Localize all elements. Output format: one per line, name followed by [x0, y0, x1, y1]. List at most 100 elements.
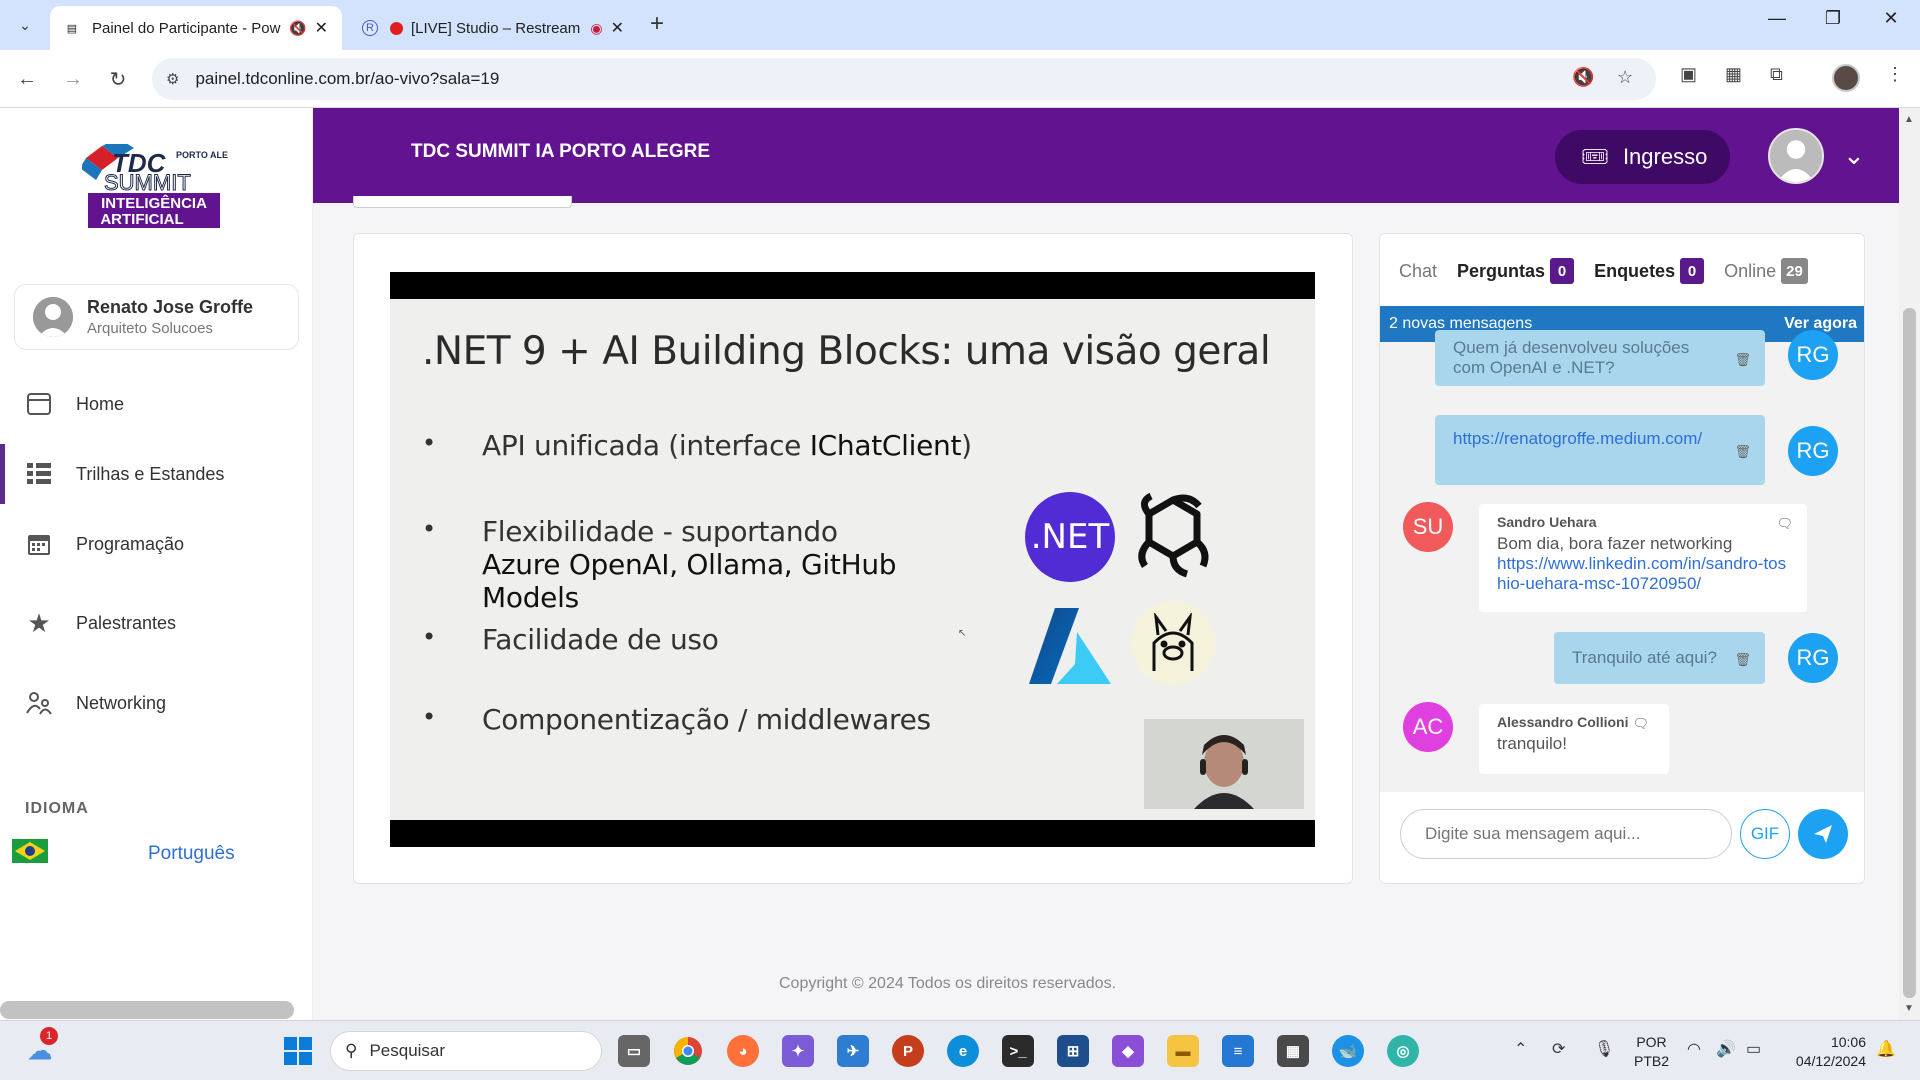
edge-icon[interactable]: e — [947, 1035, 979, 1067]
notifications-bell-icon[interactable]: 🔔 — [1876, 1039, 1896, 1059]
event-title: TDC SUMMIT IA PORTO ALEGRE — [411, 141, 711, 162]
tab-enquetes[interactable]: Enquetes 0 — [1594, 258, 1705, 284]
firefox-icon[interactable]: ◕ — [727, 1035, 759, 1067]
bookmark-star-icon[interactable]: ☆ — [1617, 67, 1633, 88]
scroll-up-icon[interactable]: ▲ — [1904, 114, 1914, 125]
incoming-message: Sandro Uehara Bom dia, bora fazer networ… — [1479, 504, 1807, 612]
sync-icon[interactable]: ⟳ — [1552, 1039, 1565, 1059]
powerpoint-icon[interactable]: P — [892, 1035, 924, 1067]
forward-arrow-icon[interactable]: → — [58, 64, 88, 94]
azure-data-studio-icon[interactable]: ✈ — [837, 1035, 869, 1067]
chrome-icon[interactable] — [672, 1035, 704, 1067]
reply-icon[interactable]: 🗨 — [1776, 516, 1793, 532]
online-count-badge: 29 — [1781, 258, 1808, 284]
chat-message-input[interactable] — [1400, 809, 1732, 859]
reload-icon[interactable]: ↻ — [103, 64, 133, 94]
site-muted-icon[interactable]: 🔇 — [1572, 67, 1594, 88]
browser-tab-active[interactable]: ▤ Painel do Participante - Pow 🔇 ✕ — [50, 6, 342, 50]
sidebar-item-programacao[interactable]: Programação — [0, 514, 313, 574]
scroll-down-icon[interactable]: ▼ — [1904, 1003, 1914, 1014]
tab-online[interactable]: Online 29 — [1724, 258, 1808, 284]
send-button[interactable] — [1798, 809, 1848, 859]
copilot-icon[interactable]: ✦ — [782, 1035, 814, 1067]
message-link[interactable]: https://www.linkedin.com/in/sandro-toshi… — [1497, 554, 1789, 594]
qr-code-icon[interactable]: ▦ — [1725, 64, 1742, 85]
notepad-icon[interactable]: ≡ — [1222, 1035, 1254, 1067]
gif-button[interactable]: GIF — [1740, 809, 1790, 859]
visual-studio-icon[interactable]: ◆ — [1112, 1035, 1144, 1067]
restream-favicon-icon: R — [362, 20, 378, 36]
tab-chat[interactable]: Chat — [1399, 261, 1437, 282]
microphone-icon[interactable]: 🎙 — [1594, 1039, 1614, 1059]
horizontal-scrollbar[interactable] — [0, 1001, 294, 1019]
scroll-thumb[interactable] — [1903, 308, 1916, 998]
picture-in-picture-icon[interactable]: ▣ — [1680, 64, 1697, 85]
network-tool-icon[interactable]: ⊞ — [1057, 1035, 1089, 1067]
sidebar-item-home[interactable]: Home — [0, 374, 313, 434]
ticket-button[interactable]: 🎟 Ingresso — [1555, 130, 1730, 184]
brazil-flag-icon[interactable] — [12, 839, 48, 863]
chat-messages[interactable]: Quem já desenvolveu soluções com OpenAI … — [1380, 330, 1864, 792]
logo-summit-text: SUMMIT — [104, 170, 191, 195]
address-bar[interactable]: ⚙ painel.tdconline.com.br/ao-vivo?sala=1… — [152, 58, 1656, 100]
tab-search-chevron-icon[interactable]: ⌄ — [10, 12, 40, 38]
close-window-button[interactable]: ✕ — [1871, 8, 1911, 29]
reply-icon[interactable]: 🗨 — [1632, 716, 1649, 732]
sidebar-item-networking[interactable]: Networking — [0, 673, 313, 733]
task-view-icon[interactable]: ▭ — [618, 1035, 650, 1067]
volume-icon[interactable]: 🔊 — [1716, 1039, 1736, 1059]
trash-icon[interactable]: 🗑 — [1734, 442, 1751, 462]
extensions-puzzle-icon[interactable]: ⧉ — [1770, 64, 1783, 85]
avatar: RG — [1788, 633, 1838, 683]
site-info-icon[interactable]: ⚙ — [166, 70, 179, 88]
avatar: SU — [1403, 502, 1453, 552]
vertical-scrollbar[interactable]: ▲ ▼ — [1899, 108, 1920, 1020]
avatar: RG — [1788, 330, 1838, 380]
header-user-avatar[interactable] — [1768, 128, 1824, 184]
openai-logo-icon — [1138, 492, 1209, 578]
system-clock[interactable]: 10:06 04/12/2024 — [1786, 1033, 1866, 1071]
logo-ia-line1: INTELIGÊNCIA — [101, 194, 207, 212]
taskbar-search[interactable]: ⚲ Pesquisar — [330, 1031, 602, 1071]
trash-icon[interactable]: 🗑 — [1734, 650, 1751, 670]
user-profile-card[interactable]: Renato Jose Groffe Arquiteto Solucoes — [14, 284, 299, 350]
logo-ia-line2: ARTIFICIAL — [100, 211, 183, 228]
sidebar-item-label: Home — [76, 393, 125, 414]
tab-muted-icon[interactable]: 🔇 — [289, 20, 306, 37]
tab-title: Painel do Participante - Pow — [92, 19, 281, 37]
back-arrow-icon[interactable]: ← — [12, 64, 42, 94]
ollama-logo-icon — [1131, 601, 1215, 685]
battery-icon[interactable]: ▭ — [1746, 1039, 1761, 1059]
user-name: Renato Jose Groffe — [87, 297, 254, 317]
minimize-button[interactable]: — — [1757, 8, 1797, 29]
sidebar-item-label: Networking — [76, 692, 167, 713]
input-language-indicator[interactable]: POR PTB2 — [1634, 1033, 1669, 1071]
sidebar: TDC PORTO ALEGRE SUMMIT INTELIGÊNCIA ART… — [0, 108, 313, 1020]
trash-icon[interactable]: 🗑 — [1734, 350, 1751, 370]
browser-tab-strip: ⌄ ▤ Painel do Participante - Pow 🔇 ✕ R [… — [0, 0, 1920, 50]
file-explorer-icon[interactable]: ▬ — [1167, 1035, 1199, 1067]
browser-menu-icon[interactable]: ⋮ — [1886, 64, 1904, 85]
tdc-summit-logo[interactable]: TDC PORTO ALEGRE SUMMIT INTELIGÊNCIA ART… — [82, 144, 228, 230]
wifi-icon[interactable]: ◠ — [1687, 1039, 1701, 1059]
docker-icon[interactable]: 🐋 — [1332, 1035, 1364, 1067]
tab-close-icon[interactable]: ✕ — [611, 18, 624, 38]
chevron-up-icon[interactable]: ⌃ — [1514, 1039, 1527, 1059]
sidebar-item-label: Trilhas e Estandes — [76, 463, 225, 484]
browser-tab-restream[interactable]: R [LIVE] Studio – Restream ◉ ✕ — [348, 6, 638, 50]
sidebar-item-trilhas[interactable]: Trilhas e Estandes — [0, 444, 313, 504]
chevron-down-icon[interactable]: ⌄ — [1843, 140, 1865, 171]
tab-perguntas[interactable]: Perguntas 0 — [1457, 258, 1575, 284]
maximize-button[interactable]: ❐ — [1813, 8, 1853, 29]
app-icon[interactable]: ◎ — [1387, 1035, 1419, 1067]
language-selector[interactable]: Português — [148, 843, 235, 865]
browser-profile-avatar[interactable] — [1832, 64, 1860, 92]
tab-close-icon[interactable]: ✕ — [315, 18, 328, 38]
new-tab-button[interactable]: + — [650, 10, 664, 38]
terminal-icon[interactable]: >_ — [1002, 1035, 1034, 1067]
calculator-icon[interactable]: ▦ — [1277, 1035, 1309, 1067]
windows-start-icon[interactable] — [282, 1035, 314, 1067]
own-message: Quem já desenvolveu soluções com OpenAI … — [1435, 330, 1765, 386]
sidebar-item-palestrantes[interactable]: ★ Palestrantes — [0, 593, 313, 653]
recording-dot-icon — [390, 21, 403, 35]
